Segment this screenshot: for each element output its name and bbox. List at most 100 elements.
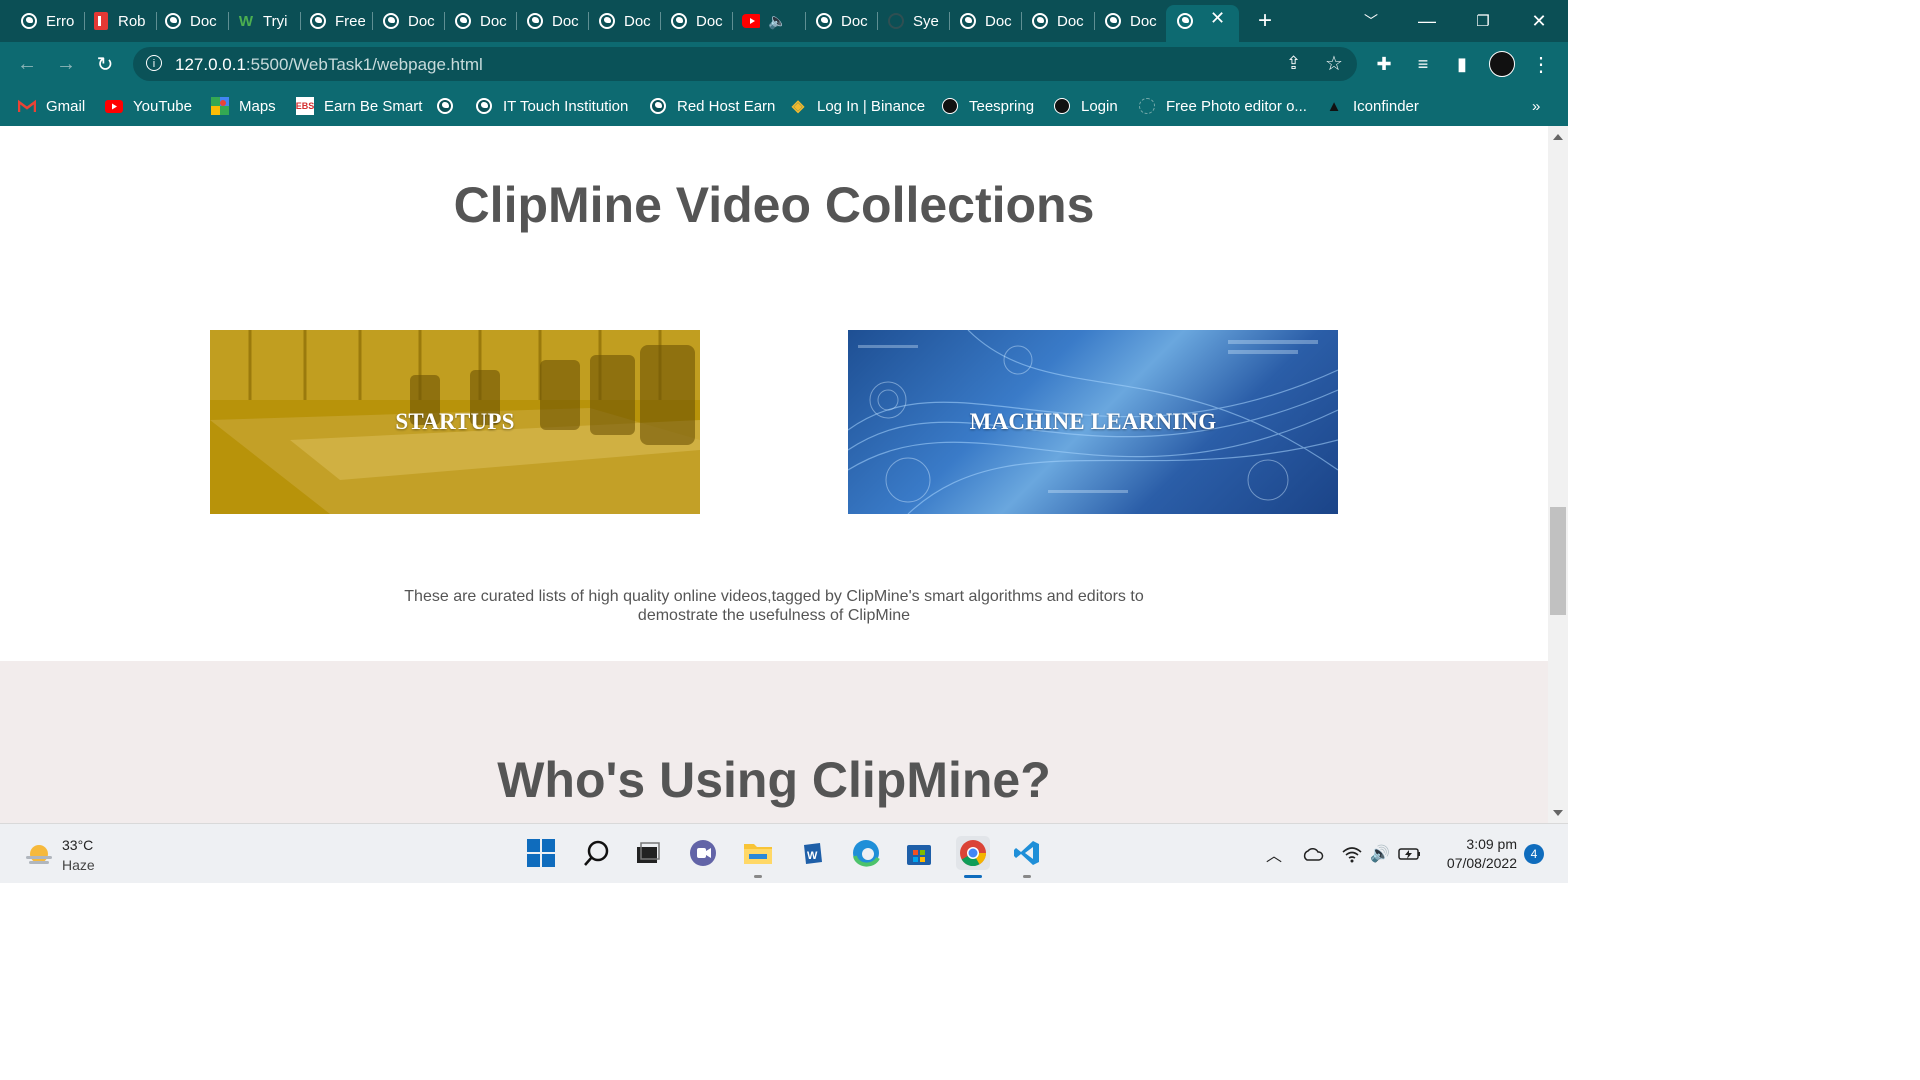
bookmark-it-touch[interactable]: IT Touch Institution bbox=[475, 94, 628, 118]
forward-button[interactable]: → bbox=[51, 49, 81, 79]
binance-icon: ◈ bbox=[791, 98, 805, 115]
tab-active[interactable]: ✕ bbox=[1166, 5, 1239, 42]
tab[interactable]: Free bbox=[309, 5, 365, 37]
folder-icon bbox=[744, 844, 772, 864]
tab[interactable]: Doc bbox=[382, 5, 438, 37]
menu-kebab-icon[interactable]: ⋮ bbox=[1526, 49, 1556, 79]
address-bar[interactable]: i 127.0.0.1:5500/WebTask1/webpage.html ⇪… bbox=[133, 47, 1357, 81]
restore-button[interactable]: ❐ bbox=[1468, 6, 1498, 36]
globe-icon bbox=[20, 12, 38, 30]
bookmark-login[interactable]: Login bbox=[1053, 94, 1118, 118]
tab[interactable]: Rob bbox=[92, 5, 148, 37]
new-tab-button[interactable]: + bbox=[1250, 6, 1280, 36]
file-explorer-button[interactable] bbox=[741, 836, 775, 878]
tab[interactable]: Doc bbox=[598, 5, 654, 37]
bookmark-red-host-earn[interactable]: Red Host Earn bbox=[649, 94, 775, 118]
tab[interactable]: Doc bbox=[959, 5, 1015, 37]
side-panel-icon[interactable]: ▮ bbox=[1447, 49, 1477, 79]
login-icon bbox=[1053, 97, 1071, 115]
globe-icon bbox=[309, 12, 327, 30]
show-hidden-icons-chevron[interactable]: ︿ bbox=[1262, 842, 1286, 866]
iconfinder-icon: ▲ bbox=[1326, 97, 1342, 115]
bookmark-maps[interactable]: Maps bbox=[211, 94, 276, 118]
maps-icon bbox=[211, 97, 229, 115]
profile-avatar[interactable] bbox=[1487, 49, 1517, 79]
tab[interactable]: Doc bbox=[815, 5, 871, 37]
gmail-icon bbox=[18, 97, 36, 115]
globe-icon bbox=[670, 12, 688, 30]
bookmark-gmail[interactable]: Gmail bbox=[18, 94, 85, 118]
teams-chat-button[interactable] bbox=[686, 836, 720, 870]
section-title: ClipMine Video Collections bbox=[453, 177, 1095, 233]
onedrive-icon[interactable] bbox=[1301, 842, 1325, 866]
close-tab-icon[interactable]: ✕ bbox=[1210, 8, 1225, 29]
windows-logo-icon bbox=[527, 839, 555, 867]
url-text: 127.0.0.1:5500/WebTask1/webpage.html bbox=[175, 55, 483, 74]
tab[interactable]: Sye bbox=[887, 5, 943, 37]
weather-widget[interactable]: 33°C Haze bbox=[22, 836, 132, 876]
chat-icon bbox=[690, 840, 716, 866]
bookmark-star-icon[interactable]: ☆ bbox=[1325, 51, 1343, 76]
tab[interactable]: Doc bbox=[164, 5, 220, 37]
bookmark-photo-editor[interactable]: Free Photo editor o... bbox=[1138, 94, 1307, 118]
volume-icon[interactable]: 🔊 bbox=[1368, 842, 1392, 866]
tab-youtube[interactable]: 🔈 bbox=[742, 5, 798, 37]
tab[interactable]: W Tryi bbox=[237, 5, 293, 37]
globe-icon bbox=[815, 12, 833, 30]
globe-icon bbox=[1104, 12, 1122, 30]
wifi-icon[interactable] bbox=[1340, 842, 1364, 866]
edge-icon bbox=[853, 840, 880, 867]
tab[interactable]: Doc bbox=[1104, 5, 1160, 37]
scroll-thumb[interactable] bbox=[1550, 507, 1566, 615]
tab[interactable]: Doc bbox=[526, 5, 582, 37]
store-button[interactable] bbox=[902, 836, 936, 870]
chrome-button[interactable] bbox=[956, 836, 990, 878]
card-label: STARTUPS bbox=[395, 409, 515, 434]
tab[interactable]: Doc bbox=[454, 5, 510, 37]
globe-icon bbox=[526, 12, 544, 30]
bookmark-unnamed[interactable] bbox=[436, 94, 464, 118]
edge-button[interactable] bbox=[849, 836, 883, 870]
collections-description: These are curated lists of high quality … bbox=[404, 588, 1144, 624]
media-controls-icon[interactable]: ≡ bbox=[1408, 49, 1438, 79]
bookmark-binance[interactable]: ◈ Log In | Binance bbox=[789, 94, 925, 118]
back-button[interactable]: ← bbox=[12, 49, 42, 79]
page-scrollbar[interactable] bbox=[1548, 126, 1568, 823]
speaker-icon: 🔈 bbox=[768, 13, 787, 30]
collection-card-machine-learning[interactable]: MACHINE LEARNING bbox=[848, 330, 1338, 514]
minimize-button[interactable]: — bbox=[1412, 6, 1442, 36]
battery-charging-icon[interactable] bbox=[1398, 842, 1422, 866]
scroll-up-arrow[interactable] bbox=[1553, 134, 1563, 140]
photo-editor-icon bbox=[1138, 97, 1156, 115]
globe-icon bbox=[436, 97, 454, 115]
clock[interactable]: 3:09 pm 07/08/2022 bbox=[1425, 835, 1517, 873]
bookmark-youtube[interactable]: YouTube bbox=[105, 94, 192, 118]
tab[interactable]: Erro bbox=[20, 5, 78, 37]
app-button[interactable]: W bbox=[795, 836, 829, 870]
notification-badge[interactable]: 4 bbox=[1524, 844, 1544, 864]
extensions-icon[interactable]: ✚ bbox=[1369, 49, 1399, 79]
bookmarks-overflow-button[interactable]: » bbox=[1532, 94, 1540, 118]
ebs-icon: EBS bbox=[296, 97, 314, 115]
bookmark-teespring[interactable]: Teespring bbox=[941, 94, 1034, 118]
task-view-button[interactable] bbox=[631, 836, 665, 870]
scroll-down-arrow[interactable] bbox=[1553, 810, 1563, 816]
tab-search-chevron-icon[interactable]: ﹀ bbox=[1356, 6, 1386, 36]
globe-icon bbox=[475, 97, 493, 115]
card-label: MACHINE LEARNING bbox=[969, 409, 1217, 434]
globe-icon bbox=[959, 12, 977, 30]
bookmark-iconfinder[interactable]: ▲ Iconfinder bbox=[1325, 94, 1419, 118]
tab[interactable]: Doc bbox=[670, 5, 726, 37]
tab[interactable]: Doc bbox=[1031, 5, 1087, 37]
share-icon[interactable]: ⇪ bbox=[1286, 53, 1301, 74]
teespring-icon bbox=[941, 97, 959, 115]
vscode-button[interactable] bbox=[1010, 836, 1044, 878]
collection-card-startups[interactable]: STARTUPS bbox=[210, 330, 700, 514]
search-button[interactable] bbox=[579, 836, 613, 870]
reload-button[interactable]: ↻ bbox=[90, 49, 120, 79]
globe-icon bbox=[454, 12, 472, 30]
bookmark-earn-be-smart[interactable]: EBS Earn Be Smart bbox=[296, 94, 422, 118]
site-info-icon[interactable]: i bbox=[146, 55, 162, 71]
start-button[interactable] bbox=[524, 836, 558, 870]
close-window-button[interactable]: ✕ bbox=[1524, 6, 1554, 36]
